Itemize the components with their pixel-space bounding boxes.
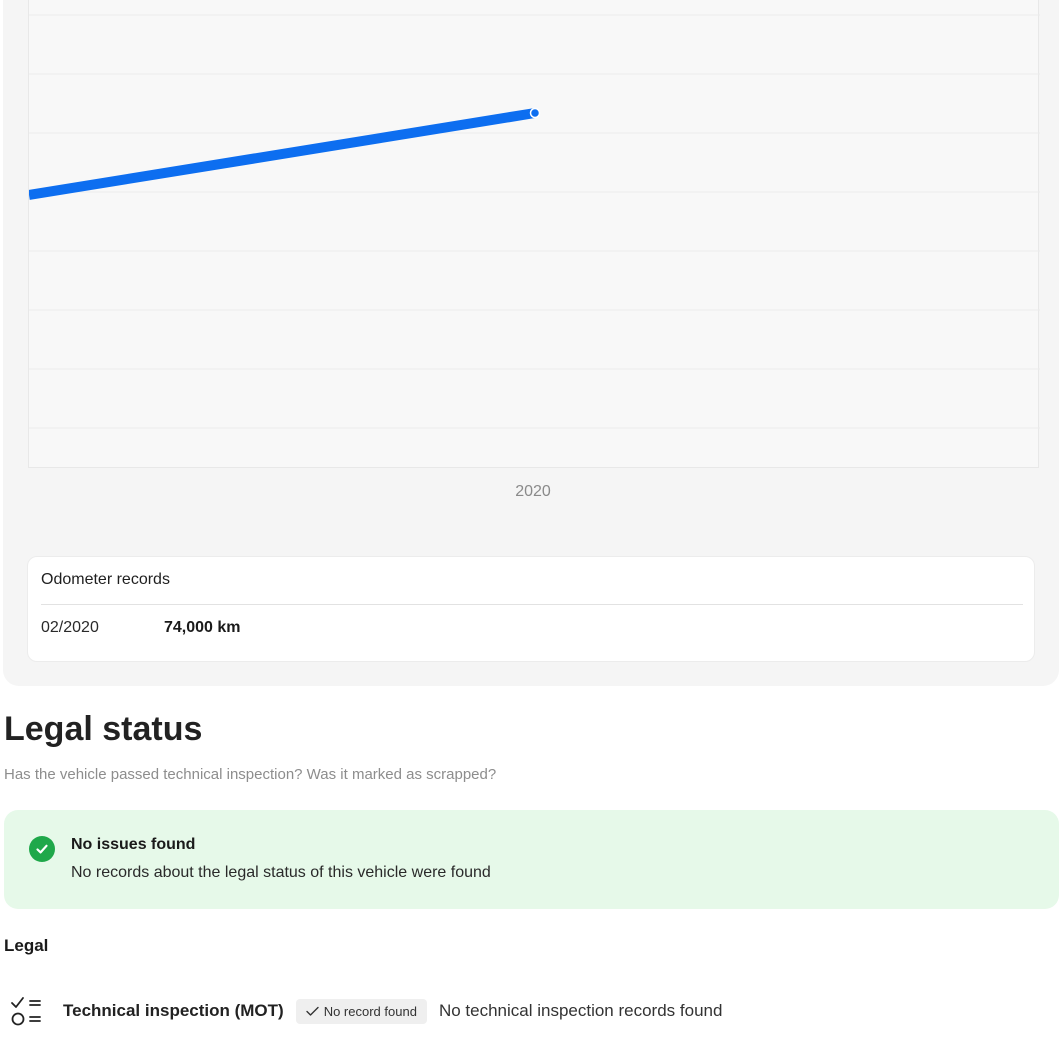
legal-item-text: No technical inspection records found [438,1001,723,1020]
odometer-chart-card: 2020 Odometer records 02/2020 74,000 km [3,0,1059,686]
legal-subheading: Legal [4,936,49,955]
odometer-records-title: Odometer records [41,571,170,588]
chart-plot-area [28,0,1040,468]
status-title: No issues found [71,836,196,853]
series-line [29,108,536,200]
odometer-line-chart [29,14,1040,429]
list-item: Technical inspection (MOT) No record fou… [10,994,722,1028]
table-row: 02/2020 74,000 km [41,619,241,637]
data-point[interactable] [529,107,541,119]
status-banner: No issues found No records about the leg… [4,810,1059,909]
section-subtitle: Has the vehicle passed technical inspect… [4,766,497,783]
checklist-icon [11,997,41,1026]
status-badge: No record found [295,998,427,1024]
check-icon [306,1006,319,1016]
divider [41,604,1023,605]
odometer-records-table: Odometer records 02/2020 74,000 km [27,556,1035,662]
legal-item-title: Technical inspection (MOT) [63,1001,284,1020]
status-text: No records about the legal status of thi… [71,864,491,881]
badge-label: No record found [323,1003,417,1019]
x-tick-label: 2020 [515,483,551,500]
record-value: 74,000 km [164,619,241,636]
check-circle-icon [29,836,55,862]
record-date: 02/2020 [41,619,99,636]
section-heading: Legal status [4,710,203,748]
